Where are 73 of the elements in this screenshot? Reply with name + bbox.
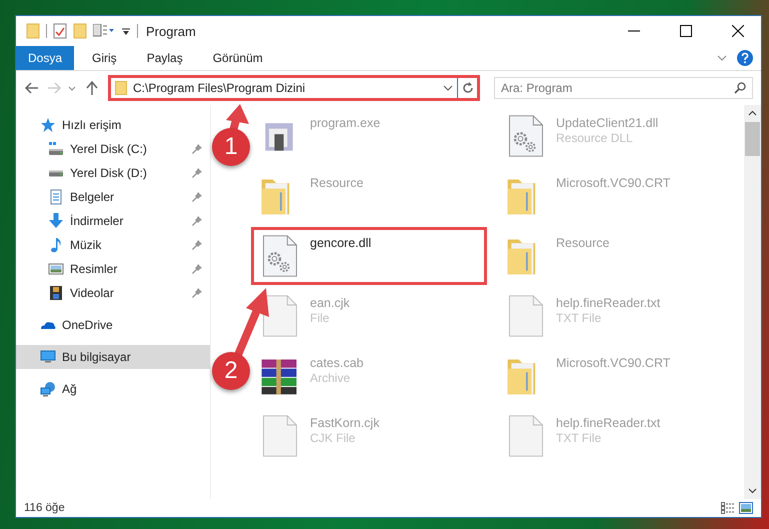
sidebar-item[interactable]: Yerel Disk (D:) [16,161,210,185]
ribbon-tab[interactable]: Paylaş [134,46,195,70]
monitor-icon [40,349,56,365]
minimize-icon [628,30,640,32]
sidebar-item[interactable]: İndirmeler [16,209,210,233]
properties-icon[interactable] [93,24,115,38]
sidebar-item[interactable]: Ağ [16,377,210,401]
file-type: File [310,311,330,325]
sidebar-item[interactable]: Videolar [16,281,210,305]
up-button[interactable] [84,80,100,96]
picture-icon [48,261,64,277]
file-type: TXT File [556,311,602,325]
chevron-down-icon[interactable] [748,486,757,495]
folder-icon [115,81,127,95]
file-name: Microsoft.VC90.CRT [556,176,670,190]
address-path: C:\Program Files\Program Dizini [133,81,306,95]
item-count: 116 öğe [24,502,66,514]
file-name: help.fineReader.txt [556,416,660,430]
file-name: Microsoft.VC90.CRT [556,356,670,370]
back-arrow-icon [24,80,40,96]
sidebar-item[interactable]: Hızlı erişim [16,113,210,137]
details-view-icon[interactable] [721,502,735,514]
sidebar-item[interactable]: Resimler [16,257,210,281]
star-icon [40,117,56,133]
file-type: CJK File [310,431,356,445]
sidebar-item[interactable]: Belgeler [16,185,210,209]
maximize-icon [680,25,692,37]
up-arrow-icon [84,80,100,96]
arrow [234,288,269,357]
drive-icon [48,170,64,176]
ribbon-tab[interactable]: Dosya [16,46,74,70]
window-title: Program [146,24,197,38]
chevron-down-icon[interactable] [443,83,453,93]
file-name: FastKorn.cjk [310,416,380,430]
drive-icon [48,141,64,157]
refresh-icon [462,82,474,94]
scrollbar-thumb[interactable] [745,122,760,156]
down-arrow-icon [48,213,64,229]
film-icon [48,285,64,301]
file-type: Resource DLL [556,131,634,145]
scrollbar[interactable] [744,105,761,499]
checklist-icon[interactable] [53,23,67,39]
file-type: Archive [310,371,352,385]
file-item[interactable]: gencore.dll [251,227,487,285]
file-name: help.fineReader.txt [556,296,660,310]
help-icon[interactable] [737,50,753,66]
back-button[interactable] [24,80,40,96]
file-name: gencore.dll [310,236,372,250]
search-icon [734,82,746,94]
dropdown-icon[interactable] [121,26,131,36]
sidebar-item[interactable]: Yerel Disk (C:) [16,137,210,161]
sidebar-item[interactable]: OneDrive [16,313,210,337]
close-icon [732,25,744,37]
picture-icon[interactable] [739,502,753,514]
chevron-down-icon [68,86,76,90]
file-name: ean.cjk [310,296,350,310]
chevron-up-icon[interactable] [748,109,757,118]
file-name: cates.cab [310,356,364,370]
folder-icon [26,23,40,39]
file-name: Resource [310,176,364,190]
ribbon-tab[interactable]: Giriş [80,46,129,70]
file-name: UpdateClient21.dll [556,116,658,130]
forward-arrow-icon [46,80,62,96]
ribbon-tab[interactable]: Görünüm [200,46,275,70]
file-name: program.exe [310,116,380,130]
sidebar-item[interactable]: Bu bilgisayar [16,345,210,369]
address-field[interactable]: C:\Program Files\Program Dizini [108,75,480,101]
file-name: Resource [556,236,610,250]
file-type: TXT File [556,431,602,445]
sidebar-item[interactable]: Müzik [16,233,210,257]
network-icon [40,381,56,397]
search-field[interactable]: Ara: Program [494,77,753,99]
document-icon [48,189,64,205]
